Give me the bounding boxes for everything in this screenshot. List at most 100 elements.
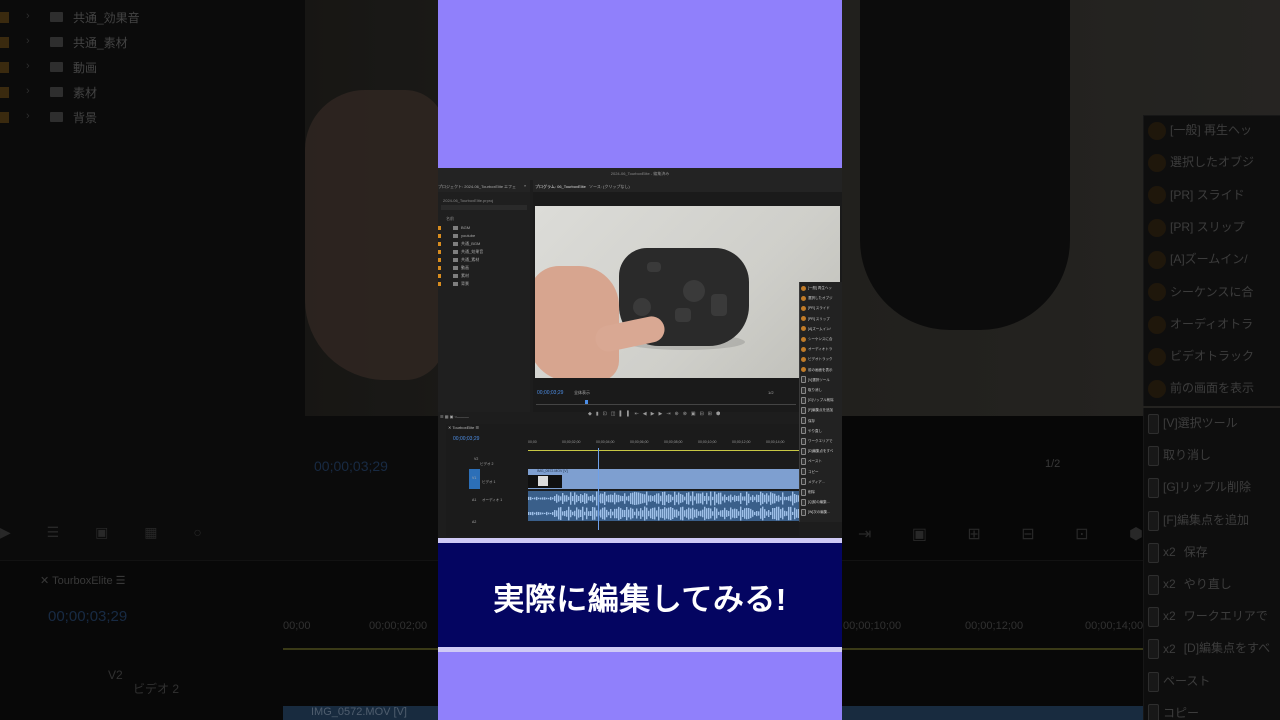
function-icon <box>801 356 806 362</box>
sequence-tab[interactable]: ✕ TourboxElite ☰ <box>448 425 479 430</box>
folder-row[interactable]: 素材 <box>438 273 528 281</box>
track-a1-name: オーディオ 1 <box>482 498 503 502</box>
tab-effects[interactable]: エフェ <box>504 184 516 190</box>
folder-row[interactable]: 共通_素材 <box>438 257 528 265</box>
tourbox-function-row[interactable]: [F]編集点を追加 <box>801 405 842 415</box>
tourbox-function-row[interactable]: ビデオトラック <box>801 354 842 364</box>
sequence-timecode: 00;00;03;29 <box>453 436 480 442</box>
function-icon <box>801 316 806 322</box>
function-icon <box>801 457 806 465</box>
function-icon <box>801 468 806 476</box>
function-icon <box>801 305 806 311</box>
tourbox-function-row[interactable]: [G]リップル削除 <box>801 395 842 405</box>
ruler-tick-label: 00;00;06;00 <box>630 440 649 444</box>
folder-icon <box>453 274 458 278</box>
waveform-a2 <box>528 506 800 521</box>
ruler-tick-label: 00;00;08;00 <box>664 440 683 444</box>
function-icon <box>801 488 806 496</box>
project-tabs: プロジェクト: 2024-06_TourboxElite エフェ » <box>438 180 530 192</box>
work-area-bar[interactable] <box>528 450 799 451</box>
ruler-tick-label: 00;00;10;00 <box>698 440 717 444</box>
tourbox-function-row[interactable]: 保存 <box>801 416 842 426</box>
project-search-input[interactable] <box>441 205 527 210</box>
tourbox-function-row[interactable]: シーケンスに合 <box>801 334 842 344</box>
tourbox-function-row[interactable]: オーディオトラ <box>801 344 842 354</box>
timeline-playhead[interactable] <box>598 448 599 530</box>
folder-row[interactable]: 共通_BGM <box>438 241 528 249</box>
function-icon <box>801 285 806 291</box>
function-icon <box>801 406 806 414</box>
folder-row[interactable]: 背景 <box>438 281 528 289</box>
function-icon <box>801 367 806 373</box>
tourbox-function-row[interactable]: 削除 <box>801 487 842 497</box>
folder-icon <box>453 242 458 246</box>
program-timecode: 00;00;03;29 <box>537 390 564 396</box>
folder-icon <box>453 266 458 270</box>
tourbox-function-row[interactable]: [PR] スライド <box>801 303 842 313</box>
tab-program[interactable]: プログラム: 06_TourboxElite <box>535 184 586 190</box>
transport-controls[interactable]: ◆▮⊡◫▌▌⇤◀▶▶⇥⊕⊗▣⊟⊞⬢ <box>588 411 724 417</box>
shorts-frame: 2024-06_TourboxElite - 編集済み プロジェクト: 2024… <box>438 0 842 720</box>
function-icon <box>801 396 806 404</box>
ruler-tick-label: 00;00;14;00 <box>766 440 785 444</box>
folder-icon <box>453 250 458 254</box>
folder-row[interactable]: 共通_効果音 <box>438 249 528 257</box>
folder-icon <box>453 234 458 238</box>
project-panel <box>438 180 530 412</box>
ruler-tick-label: 00;00;02;00 <box>562 440 581 444</box>
function-icon <box>801 295 806 301</box>
background-dim-right <box>842 0 1280 720</box>
folder-icon <box>453 282 458 286</box>
function-icon <box>801 326 806 332</box>
function-icon <box>801 437 806 445</box>
tourbox-function-row[interactable]: 選択したオブジ <box>801 293 842 303</box>
tourbox-function-row[interactable]: [V]選択ツール <box>801 375 842 385</box>
tourbox-function-row[interactable]: ワークエリアで <box>801 436 842 446</box>
hand <box>535 266 619 378</box>
fit-dropdown[interactable]: 全体表示 <box>574 390 590 396</box>
folder-icon <box>453 258 458 262</box>
tourbox-function-row[interactable]: [D]編集点をすべ <box>801 446 842 456</box>
audio-clip-a2[interactable] <box>528 506 800 521</box>
tourbox-function-row[interactable]: 取り消し <box>801 385 842 395</box>
track-v2-name: ビデオ 2 <box>480 462 494 466</box>
tab-project[interactable]: プロジェクト: 2024-06_TourboxElite <box>438 184 503 190</box>
tourbox-function-row[interactable]: [一般] 再生ヘッ <box>801 283 842 293</box>
tourbox-function-row[interactable]: [Q]前の編集... <box>801 497 842 507</box>
panel-menu-icon[interactable]: » <box>524 183 526 188</box>
audio-clip-a1[interactable] <box>528 491 800 506</box>
tab-source[interactable]: ソース: (クリップなし) <box>589 184 630 190</box>
folder-row[interactable]: BGM <box>438 225 528 233</box>
premiere-window: 2024-06_TourboxElite - 編集済み プロジェクト: 2024… <box>438 168 842 540</box>
folder-icon <box>453 226 458 230</box>
tourbox-function-row[interactable]: [PR] スリップ <box>801 314 842 324</box>
window-title: 2024-06_TourboxElite - 編集済み <box>438 168 842 180</box>
device-knob <box>683 280 705 302</box>
folder-row[interactable]: 動画 <box>438 265 528 273</box>
function-icon <box>801 478 806 486</box>
video-frame: › 共通_効果音 › 共通_素材 › 動画 › 素材 › 背景 00;00;03;29 1… <box>0 0 1280 720</box>
name-column-header: 名前 <box>446 216 454 221</box>
quality-dropdown[interactable]: 1/2 <box>768 390 774 395</box>
function-icon <box>801 498 806 506</box>
monitor-scrubber[interactable] <box>536 404 796 405</box>
tourbox-function-row[interactable]: ペースト <box>801 456 842 466</box>
clip-thumbnail <box>528 475 562 488</box>
tourbox-function-row[interactable]: 前の画面を表示 <box>801 365 842 375</box>
video-clip[interactable]: IMG_0572.MOV [V] <box>528 469 799 489</box>
ruler-tick-label: 00;00;12;00 <box>732 440 751 444</box>
function-icon <box>801 417 806 425</box>
function-icon <box>801 346 806 352</box>
function-icon <box>801 376 806 384</box>
tourbox-function-row[interactable]: [A]ズームイン/ <box>801 324 842 334</box>
folder-row[interactable]: youtube <box>438 233 528 241</box>
tourbox-function-row[interactable]: コピー <box>801 467 842 477</box>
caption-band-bottom <box>438 647 842 652</box>
tourbox-function-row[interactable]: メディア... <box>801 477 842 487</box>
monitor-playhead[interactable] <box>585 400 588 404</box>
tourbox-function-row[interactable]: [W]次の編集... <box>801 507 842 517</box>
track-a2-label: A2 <box>472 520 477 524</box>
function-icon <box>801 336 806 342</box>
waveform-a1 <box>528 491 800 506</box>
tourbox-function-row[interactable]: やり直し <box>801 426 842 436</box>
